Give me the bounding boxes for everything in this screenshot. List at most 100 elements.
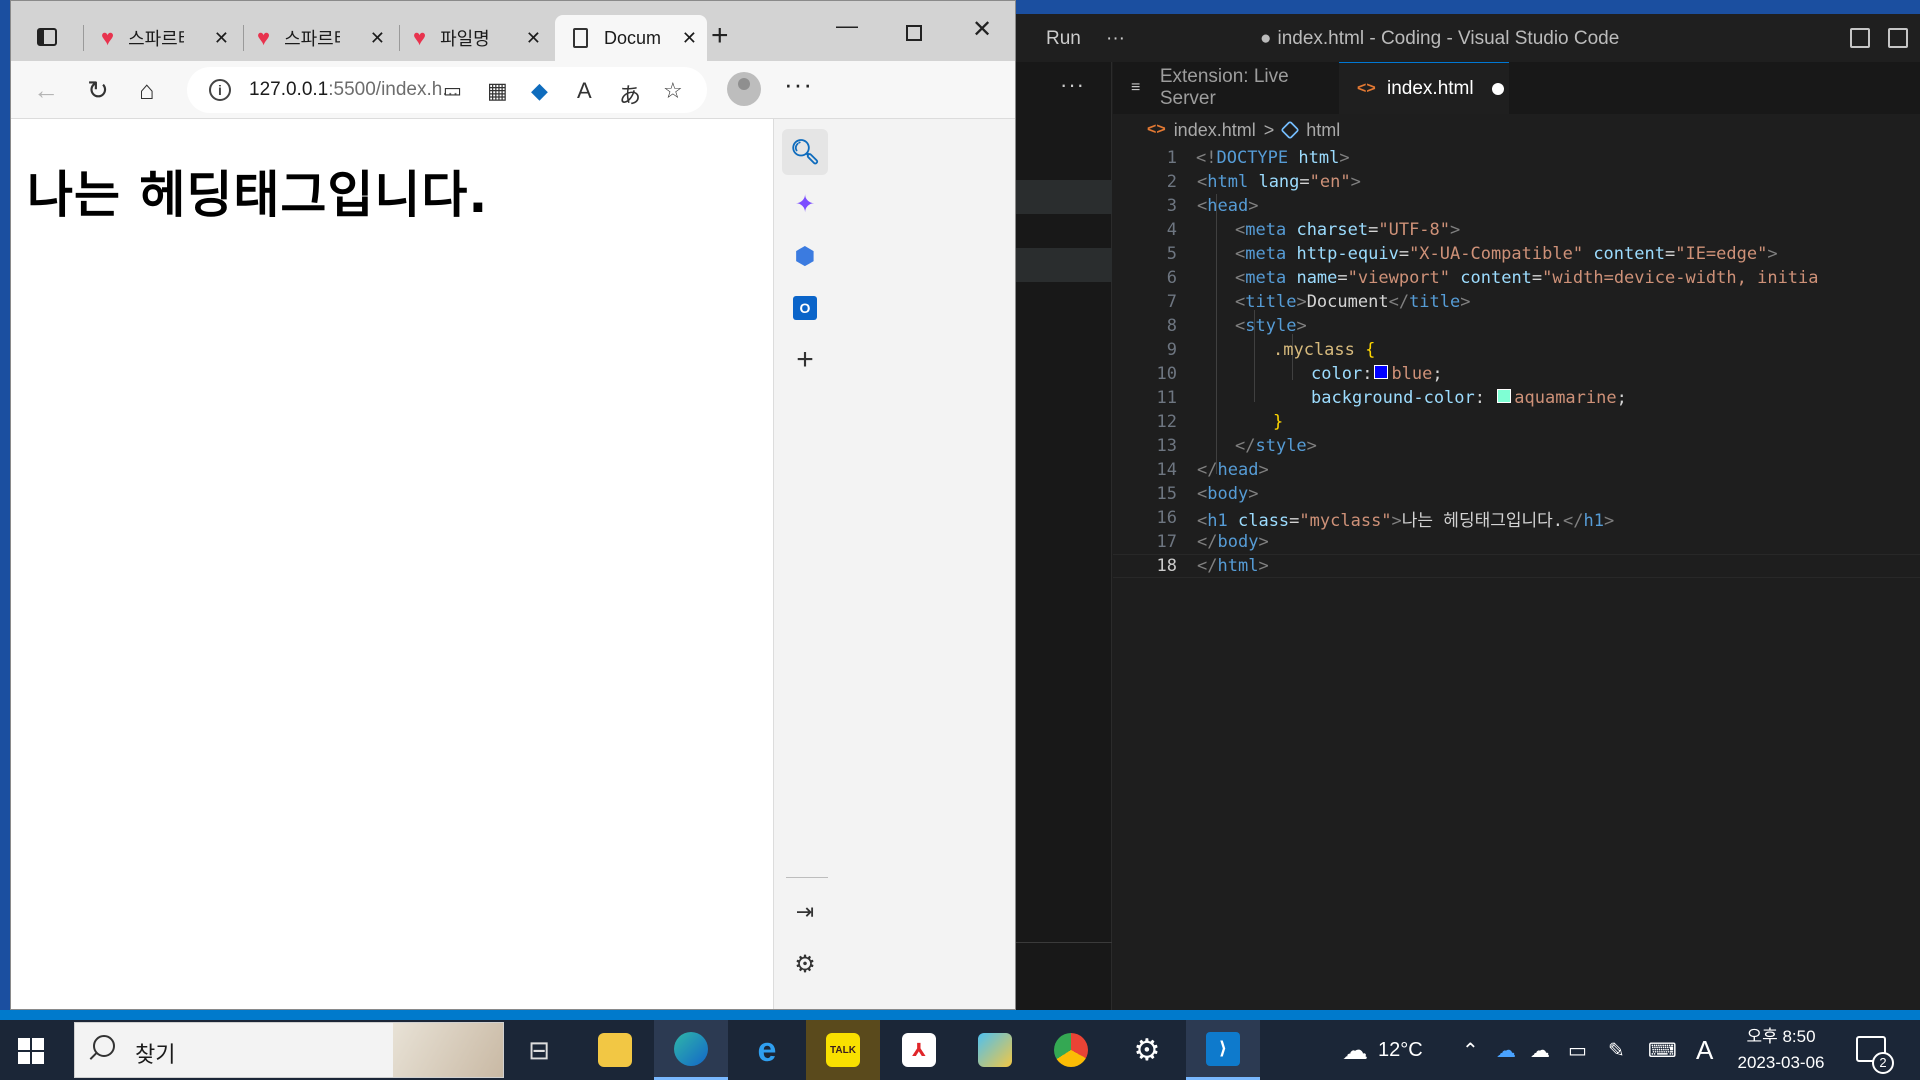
symbol-cube-icon bbox=[1280, 120, 1300, 140]
close-tab-icon[interactable]: ✕ bbox=[526, 28, 541, 49]
taskbar-edge[interactable] bbox=[654, 1020, 728, 1080]
color-swatch-icon[interactable] bbox=[1374, 365, 1389, 379]
sidebar-search-button[interactable]: 🔍︎ bbox=[782, 129, 828, 175]
code-token: aquamarine bbox=[1514, 388, 1617, 408]
line-number: 3 bbox=[1166, 196, 1177, 216]
browser-tab-label: 스파르타 bbox=[284, 29, 340, 49]
url-path: :5500/index.h... bbox=[328, 79, 459, 100]
new-tab-icon[interactable]: + bbox=[711, 19, 729, 53]
breadcrumb: <> index.html > html bbox=[1113, 114, 1920, 146]
sidebar-m365-button[interactable]: ⬢ bbox=[782, 233, 828, 279]
translate-icon[interactable]: あ bbox=[619, 78, 641, 110]
app-available-icon[interactable]: ▭ bbox=[443, 78, 462, 103]
settings-more-icon[interactable]: ··· bbox=[784, 69, 813, 100]
clock[interactable]: 오후 8:50 2023-03-06 bbox=[1736, 1024, 1826, 1076]
sidebar-more-icon[interactable]: ··· bbox=[1060, 72, 1085, 98]
code-token: 나는 헤딩태그입니다. bbox=[1401, 510, 1564, 531]
reload-icon[interactable]: ↻ bbox=[87, 75, 109, 106]
shopping-tag-icon[interactable]: ◆ bbox=[531, 78, 548, 104]
code-line: 5 <meta http-equiv="X-UA-Compatible" cont… bbox=[1113, 242, 1920, 266]
taskbar-acrobat[interactable]: ⅄ bbox=[882, 1020, 956, 1080]
code-token: = bbox=[1398, 244, 1410, 264]
color-swatch-icon[interactable] bbox=[1497, 389, 1512, 403]
code-token: style bbox=[1245, 316, 1297, 336]
sidebar-divider bbox=[786, 877, 828, 878]
site-info-icon[interactable]: i bbox=[209, 79, 231, 101]
taskbar-vscode[interactable]: ⟩ bbox=[1186, 1020, 1260, 1080]
windows-start-icon[interactable] bbox=[18, 1038, 44, 1064]
explorer-item[interactable] bbox=[1010, 248, 1112, 282]
immersive-reader-icon[interactable]: ▦ bbox=[487, 78, 508, 104]
browser-tab-label: 스파르타 bbox=[128, 29, 184, 49]
modified-dot-icon[interactable] bbox=[1491, 82, 1504, 95]
menu-run[interactable]: Run bbox=[1046, 28, 1081, 50]
sidebar-copilot-button[interactable]: ✦ bbox=[782, 181, 828, 227]
taskbar-task-view[interactable]: ⊟ bbox=[502, 1020, 576, 1080]
browser-tab[interactable]: ♥ 스파르타 ✕ bbox=[91, 15, 239, 61]
toggle-panel-icon[interactable] bbox=[1888, 28, 1908, 48]
taskbar-internet-explorer[interactable]: e bbox=[730, 1020, 804, 1080]
lines-icon: ≡ bbox=[1131, 79, 1141, 96]
taskbar-search-box[interactable]: 찾기 bbox=[74, 1022, 504, 1078]
code-editor[interactable]: 1 <!DOCTYPE html> 2 <html lang="en"> 3 <hea… bbox=[1113, 146, 1920, 1010]
menu-more[interactable]: ··· bbox=[1106, 28, 1125, 50]
code-token: : bbox=[1362, 364, 1373, 384]
code-token: <! bbox=[1196, 148, 1217, 168]
code-token: < bbox=[1197, 196, 1208, 216]
battery-tray[interactable]: ▭ bbox=[1568, 1020, 1587, 1080]
sidebar-outlook-button[interactable]: O bbox=[782, 285, 828, 331]
sidebar-settings-button[interactable]: ⚙ bbox=[782, 941, 828, 987]
code-token: </ bbox=[1388, 292, 1410, 312]
sidebar-add-button[interactable]: + bbox=[782, 337, 828, 383]
ime-text: A bbox=[1696, 1034, 1714, 1065]
minimize-button[interactable]: — bbox=[836, 13, 858, 39]
code-token: > bbox=[1391, 510, 1402, 531]
browser-tab-active[interactable]: Document ✕ bbox=[555, 15, 707, 61]
breadcrumb-symbol[interactable]: html bbox=[1306, 120, 1340, 141]
taskbar-file-explorer[interactable] bbox=[578, 1020, 652, 1080]
maximize-button[interactable] bbox=[906, 25, 922, 41]
browser-tab[interactable]: ♥ 파일명 ✕ bbox=[403, 15, 551, 61]
onedrive-personal-tray[interactable]: ☁ bbox=[1530, 1020, 1550, 1080]
explorer-item[interactable] bbox=[1010, 180, 1112, 214]
tab-actions-icon[interactable] bbox=[37, 28, 57, 46]
onedrive-tray[interactable]: ☁ bbox=[1496, 1020, 1516, 1080]
line-number: 11 bbox=[1156, 388, 1177, 408]
taskbar-chrome[interactable] bbox=[1034, 1020, 1108, 1080]
taskbar-notes[interactable] bbox=[958, 1020, 1032, 1080]
hide-sidebar-button[interactable]: ⇥ bbox=[782, 889, 828, 935]
line-number: 12 bbox=[1156, 412, 1177, 432]
home-icon[interactable]: ⌂ bbox=[139, 75, 155, 106]
windows-taskbar: 찾기 ⊟ e TALK ⅄ ⚙ ⟩ ☁ 12°C ⌃ ☁ ☁ ▭ ✎ ⌨ A 오… bbox=[0, 1020, 1920, 1080]
tab-extension-live-server[interactable]: ≡ Extension: Live Server bbox=[1113, 62, 1339, 114]
hidden-icons-chevron[interactable]: ⌃ bbox=[1462, 1020, 1479, 1080]
touch-keyboard-tray[interactable]: ⌨ bbox=[1648, 1020, 1677, 1080]
search-icon: 🔍︎ bbox=[789, 138, 821, 166]
close-tab-icon[interactable]: ✕ bbox=[214, 28, 229, 49]
address-url[interactable]: 127.0.0.1:5500/index.h... bbox=[249, 79, 458, 101]
weather-widget[interactable]: ☁ 12°C bbox=[1342, 1020, 1423, 1080]
editor-tabs: ≡ Extension: Live Server <> index.html bbox=[1113, 62, 1920, 114]
back-icon[interactable]: ← bbox=[33, 75, 59, 106]
close-tab-icon[interactable]: ✕ bbox=[682, 28, 697, 49]
browser-tab[interactable]: ♥ 스파르타 ✕ bbox=[247, 15, 395, 61]
toggle-sidebar-icon[interactable] bbox=[1850, 28, 1870, 48]
code-token: blue bbox=[1391, 364, 1433, 384]
favorites-add-icon[interactable]: ☆ bbox=[663, 78, 683, 104]
code-token: lang bbox=[1258, 172, 1300, 192]
profile-avatar-icon[interactable] bbox=[727, 72, 761, 106]
breadcrumb-file[interactable]: index.html bbox=[1174, 120, 1256, 141]
ime-indicator[interactable]: A bbox=[1696, 1020, 1713, 1080]
close-tab-icon[interactable]: ✕ bbox=[370, 28, 385, 49]
taskbar-kakaotalk[interactable]: TALK bbox=[806, 1020, 880, 1080]
taskbar-settings[interactable]: ⚙ bbox=[1110, 1020, 1184, 1080]
tab-index-html[interactable]: <> index.html bbox=[1339, 62, 1509, 114]
code-line: 17 </body> bbox=[1113, 530, 1920, 554]
code-token: > bbox=[1767, 244, 1778, 264]
close-window-button[interactable]: ✕ bbox=[972, 15, 992, 44]
read-aloud-icon[interactable]: A bbox=[577, 78, 592, 104]
address-bar[interactable]: i 127.0.0.1:5500/index.h... ▭ ▦ ◆ A あ ☆ bbox=[187, 67, 707, 113]
pen-tray[interactable]: ✎ bbox=[1608, 1020, 1625, 1080]
